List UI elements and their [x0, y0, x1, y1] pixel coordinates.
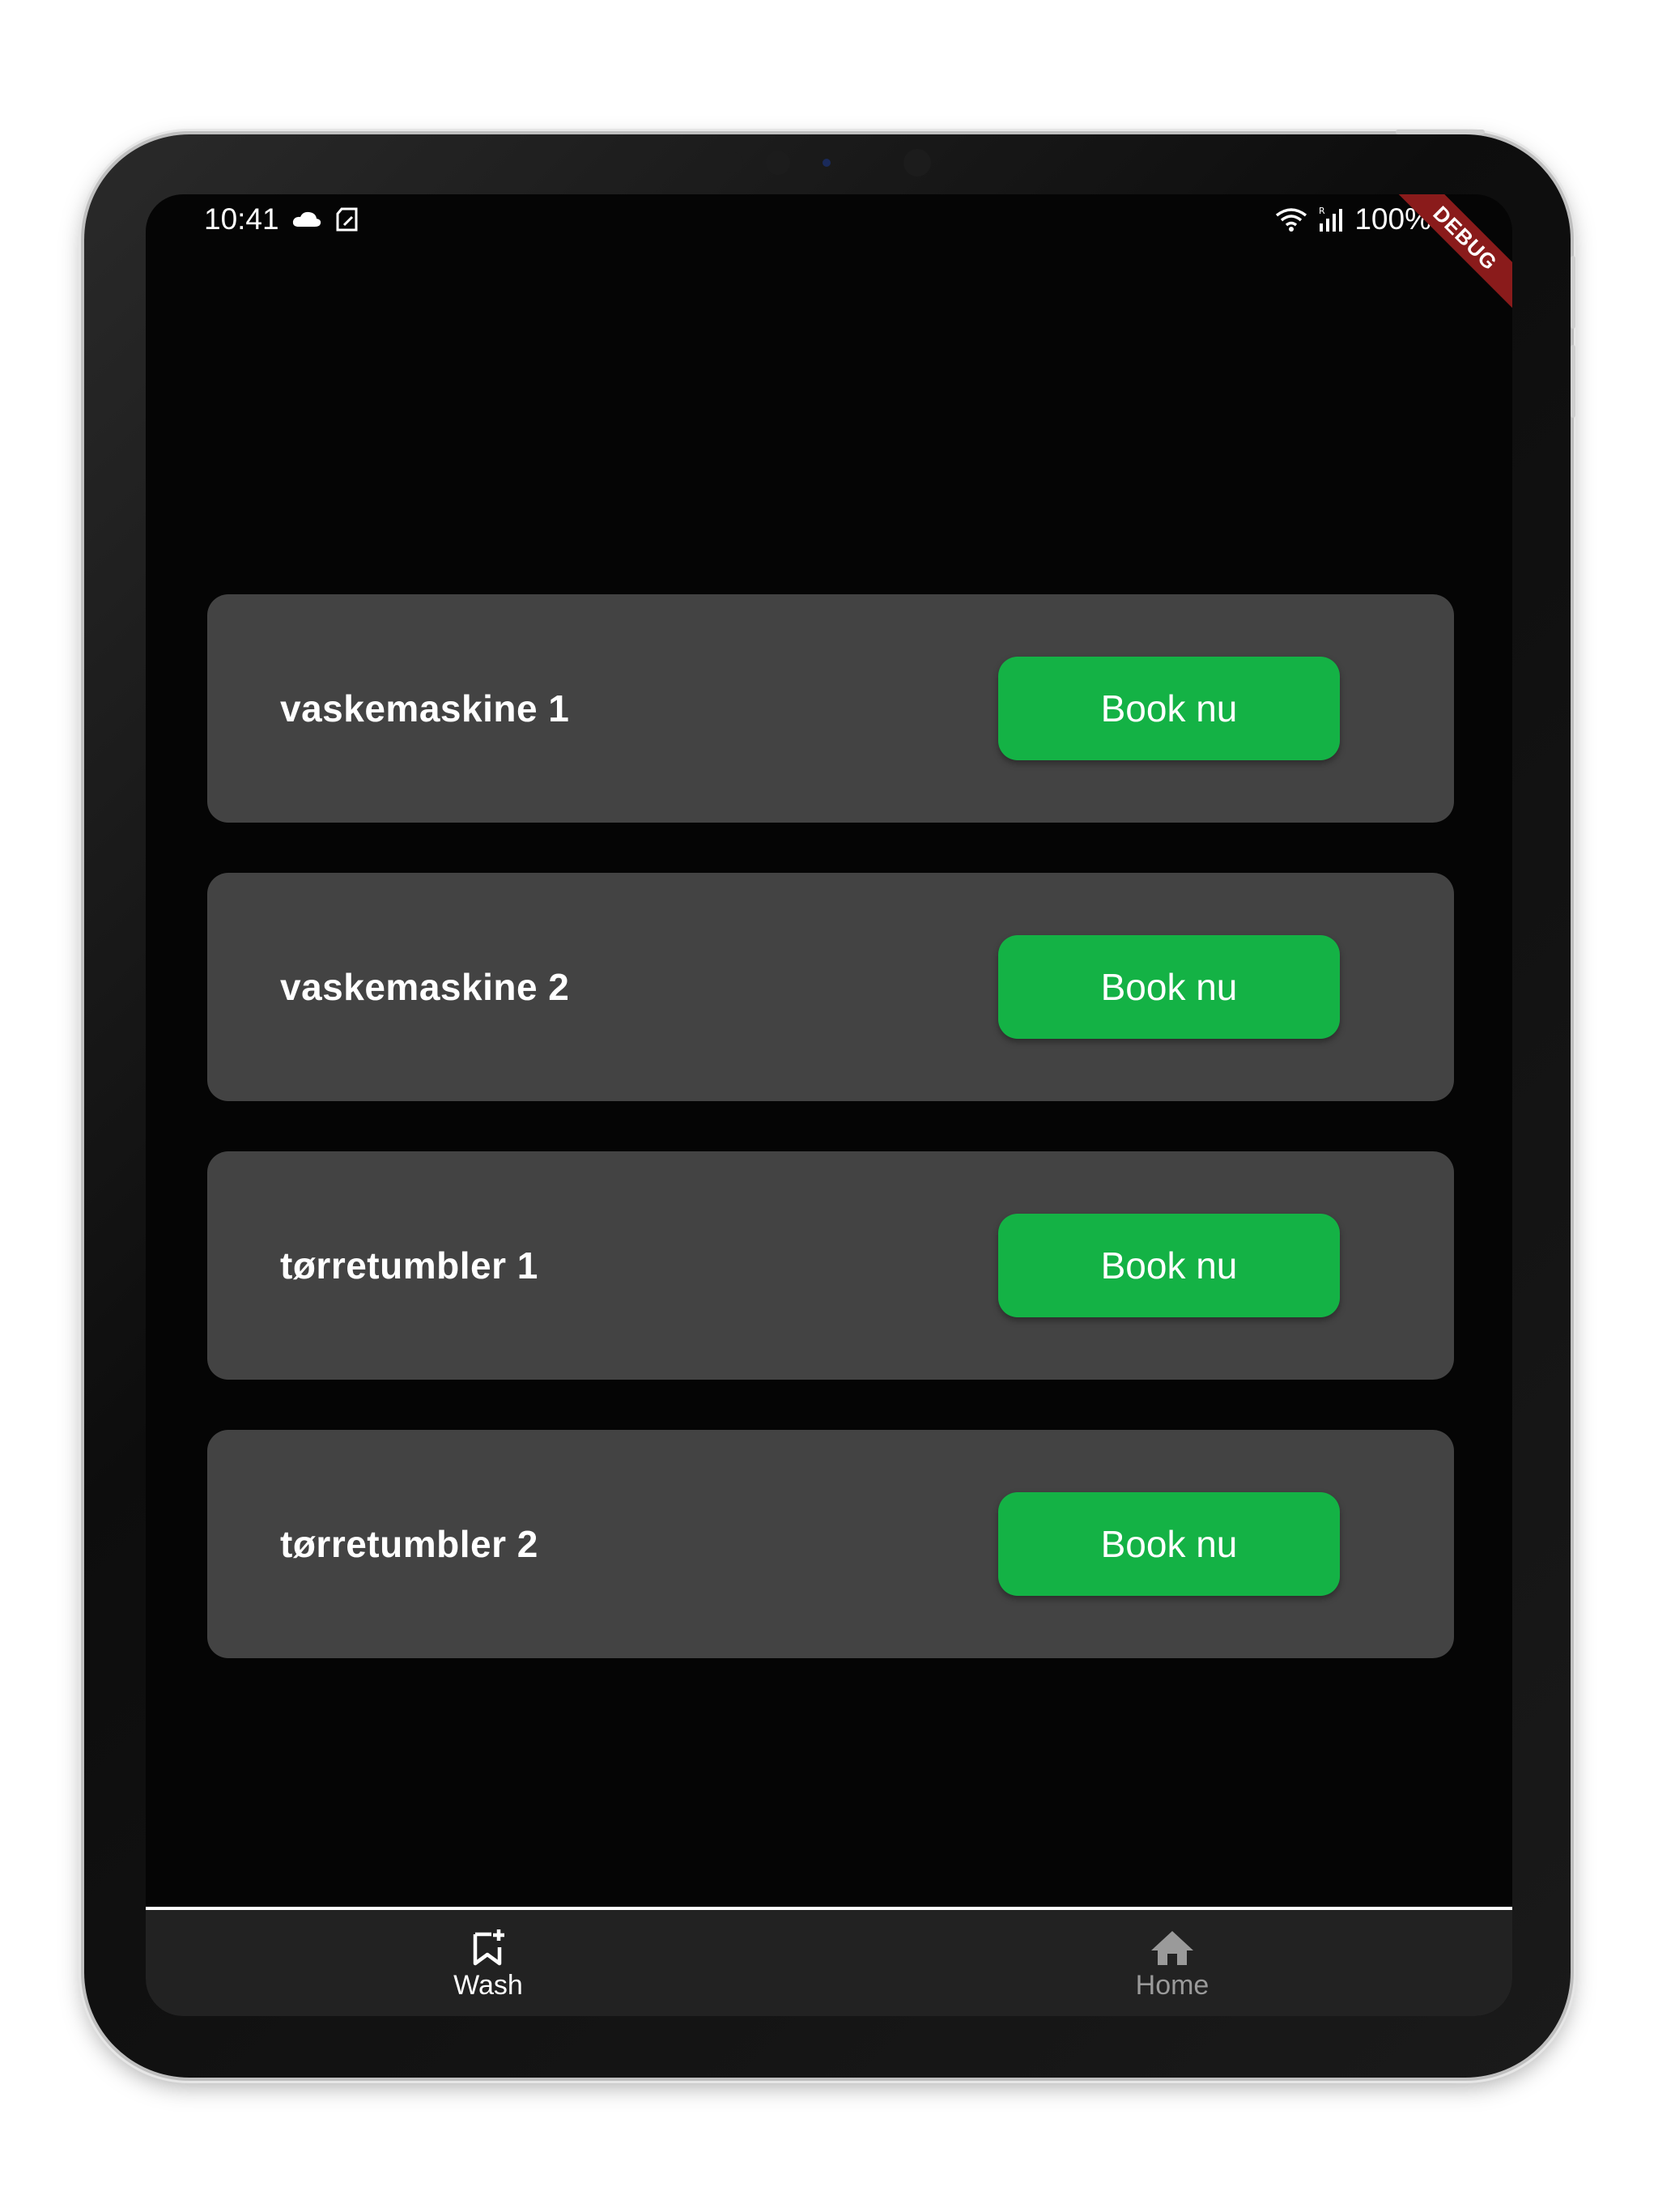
wifi-icon [1276, 208, 1307, 232]
bookmark-add-icon [473, 1929, 504, 1966]
machine-card: tørretumbler 1 Book nu [207, 1151, 1454, 1380]
svg-text:R: R [1319, 206, 1325, 216]
status-bar: 10:41 R 100% DEBUG [146, 194, 1512, 318]
nav-label-home: Home [1135, 1970, 1209, 2001]
book-now-button[interactable]: Book nu [998, 1492, 1340, 1596]
signal-icon: R [1319, 206, 1343, 232]
front-camera-icon [722, 152, 743, 173]
home-icon [1151, 1931, 1193, 1965]
machine-name: tørretumbler 1 [280, 1244, 538, 1287]
status-left: 10:41 [204, 202, 362, 236]
book-now-button[interactable]: Book nu [998, 1214, 1340, 1317]
front-sensor-icon [766, 151, 790, 175]
machine-list: vaskemaskine 1 Book nu vaskemaskine 2 Bo… [207, 594, 1454, 1708]
book-now-button[interactable]: Book nu [998, 935, 1340, 1039]
machine-name: vaskemaskine 1 [280, 687, 570, 730]
cloud-icon [292, 211, 321, 227]
nav-label-wash: Wash [453, 1970, 523, 2001]
machine-name: tørretumbler 2 [280, 1523, 538, 1565]
device-top-button [1396, 130, 1485, 134]
machine-card: tørretumbler 2 Book nu [207, 1430, 1454, 1658]
machine-name: vaskemaskine 2 [280, 966, 570, 1008]
front-sensor-icon [903, 149, 931, 177]
app-screen: 10:41 R 100% DEBUG vaskemaskine 1 Book n… [146, 194, 1512, 2016]
nav-item-wash[interactable]: Wash [367, 1928, 610, 2009]
status-time: 10:41 [204, 202, 279, 236]
bottom-navigation-bar: Wash Home [146, 1907, 1512, 2016]
front-sensor-icon [823, 159, 831, 167]
sim-card-icon [336, 207, 358, 232]
machine-card: vaskemaskine 2 Book nu [207, 873, 1454, 1101]
book-now-button[interactable]: Book nu [998, 657, 1340, 760]
device-side-button [1571, 256, 1575, 329]
machine-card: vaskemaskine 1 Book nu [207, 594, 1454, 823]
nav-item-home[interactable]: Home [1051, 1928, 1294, 2009]
device-side-button [1571, 345, 1575, 418]
